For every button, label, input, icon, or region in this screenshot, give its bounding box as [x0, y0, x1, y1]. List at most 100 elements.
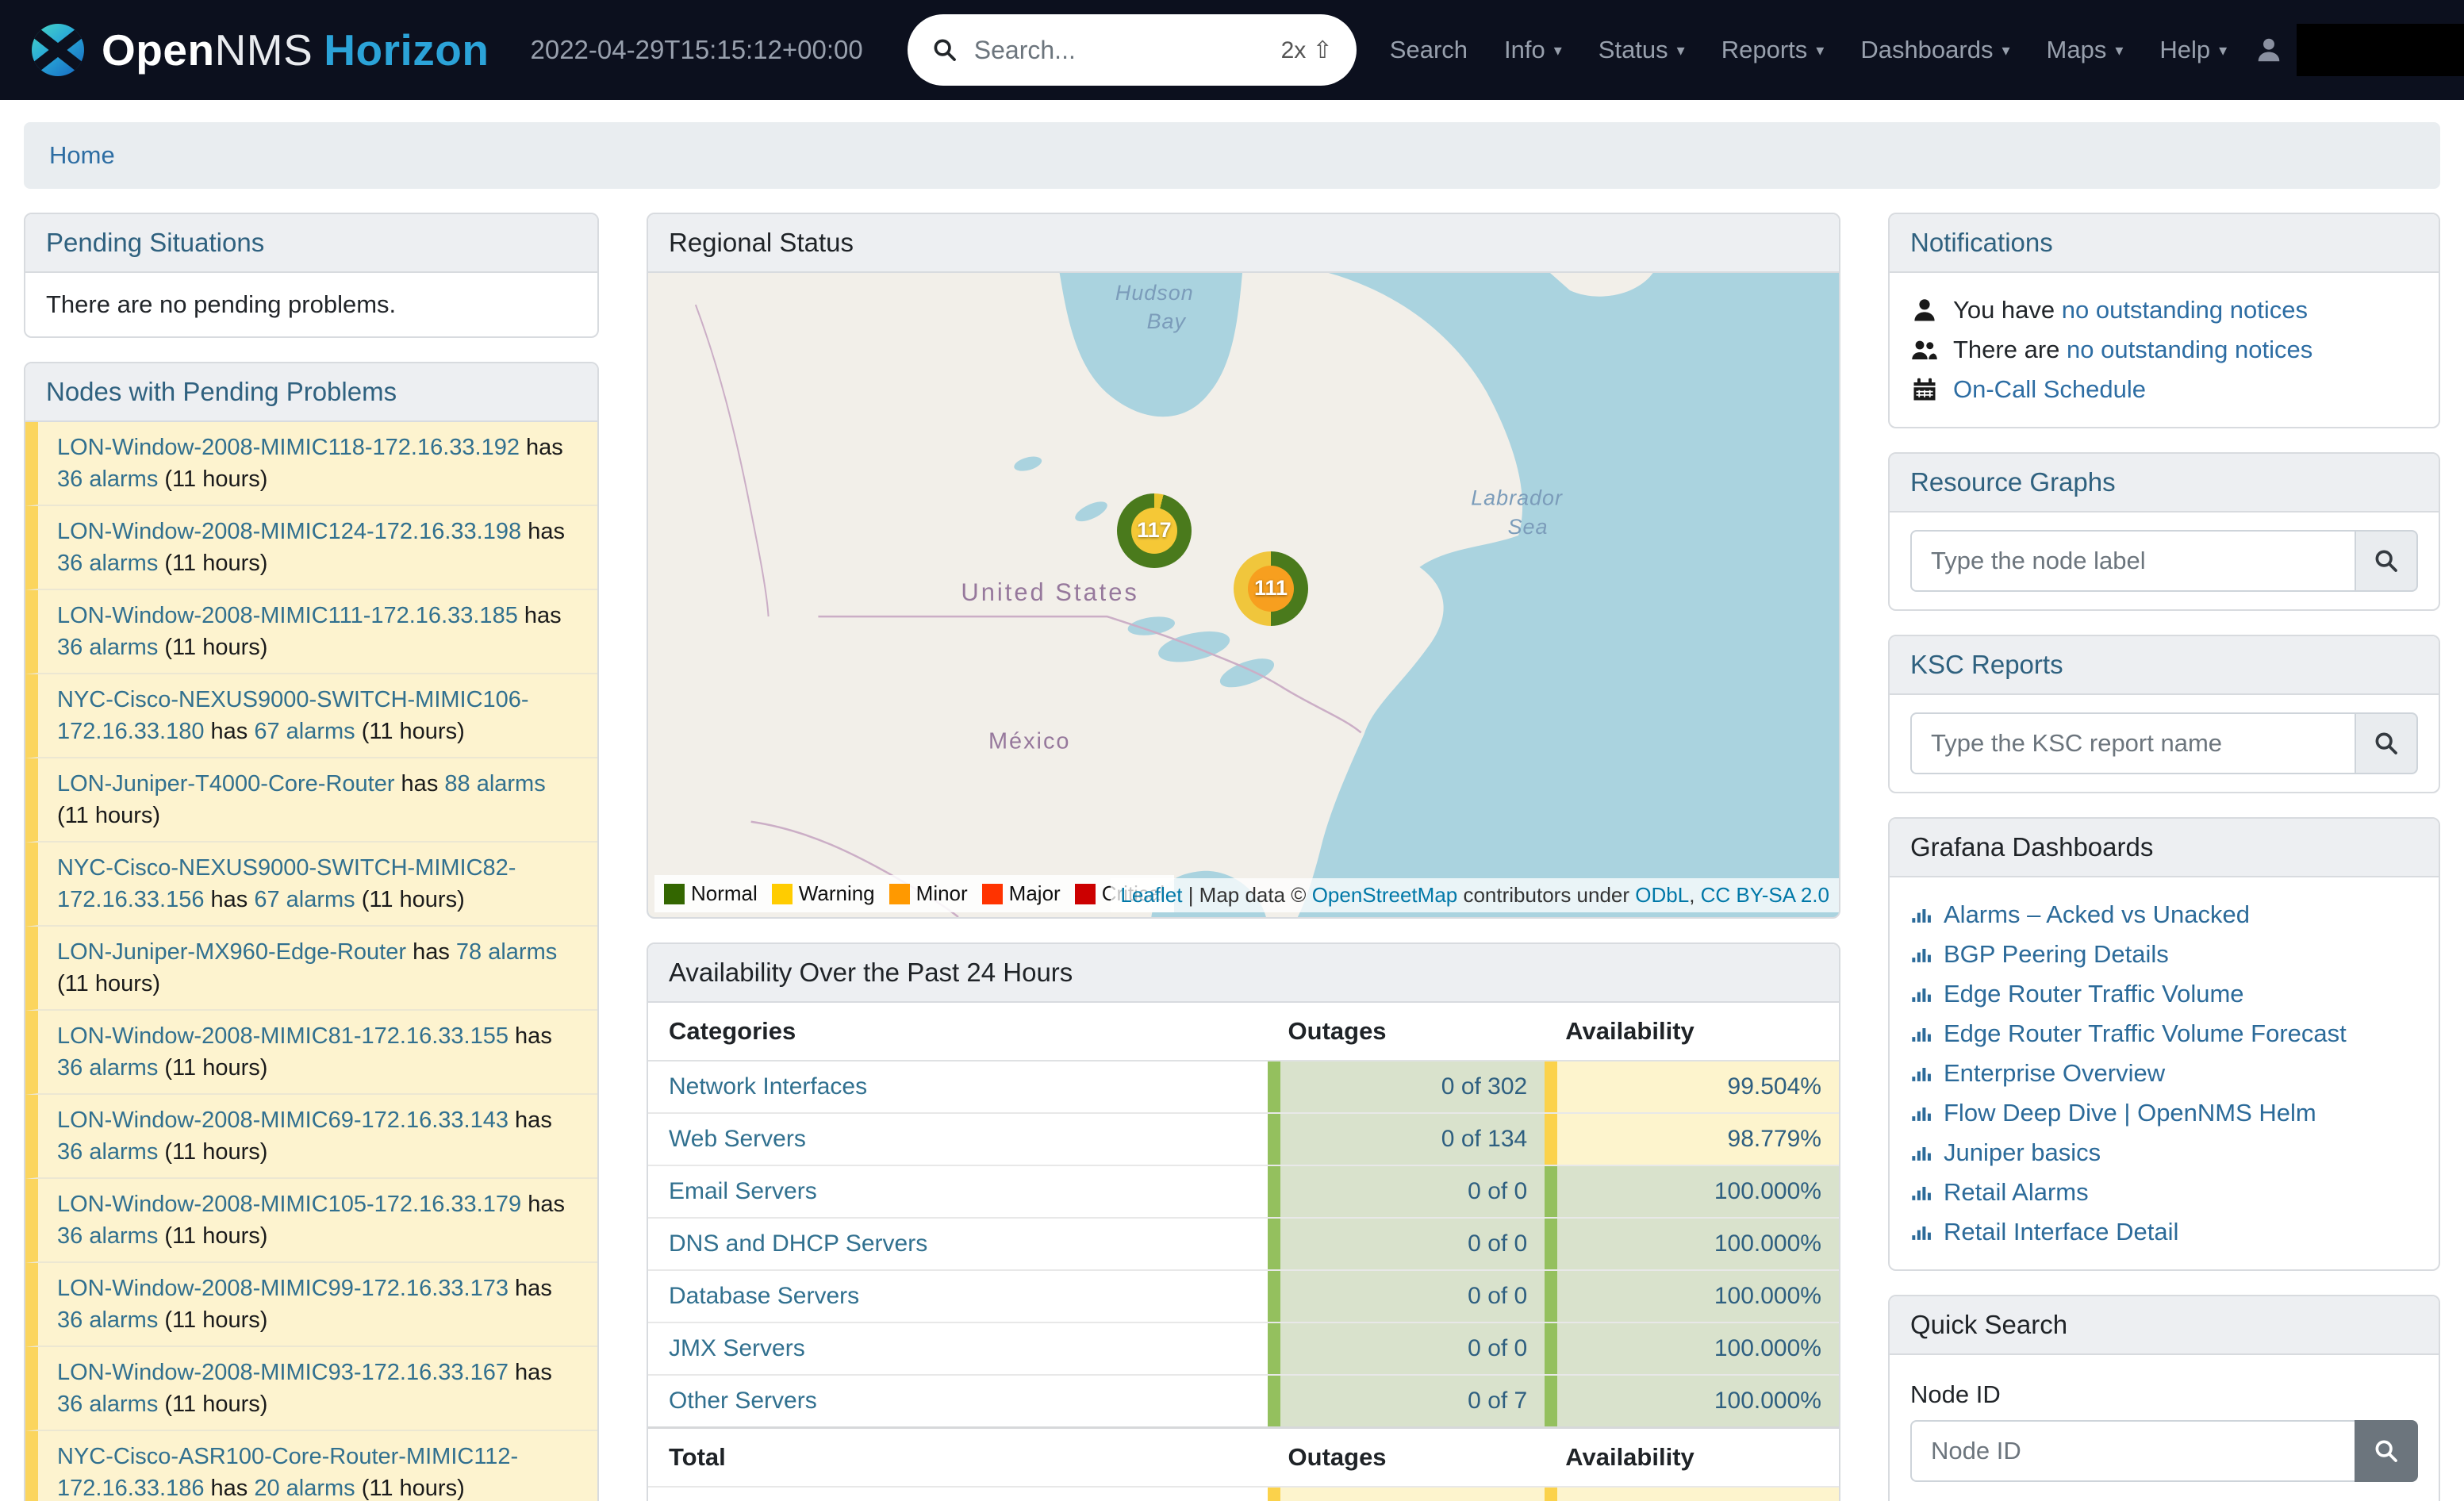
chevron-down-icon: ▾	[2002, 40, 2009, 60]
grafana-dashboard-item: Juniper basics	[1910, 1133, 2418, 1173]
nav-menu-item[interactable]: Info ▾	[1504, 36, 1562, 64]
odbl-link[interactable]: ODbL	[1635, 883, 1689, 907]
node-link[interactable]: LON-Juniper-T4000-Core-Router	[57, 771, 395, 797]
breadcrumb-home-link[interactable]: Home	[49, 141, 115, 169]
grafana-dashboard-link[interactable]: Juniper basics	[1944, 1138, 2101, 1167]
alarm-duration: (11 hours)	[355, 719, 465, 744]
map-cluster-marker[interactable]: 117	[1117, 493, 1192, 568]
alarm-count-link[interactable]: 78 alarms	[456, 939, 557, 965]
server-timestamp: 2022-04-29T15:15:12+00:00	[531, 35, 863, 65]
total-availability-label: Availability	[1545, 1429, 1839, 1486]
brand[interactable]: OpenNMSHorizon	[32, 24, 489, 76]
region-map[interactable]: Hudson Bay Labrador Sea United States Mé…	[648, 273, 1839, 917]
pending-node-item: LON-Window-2008-MIMIC118-172.16.33.192 h…	[25, 422, 597, 506]
node-link[interactable]: LON-Window-2008-MIMIC124-172.16.33.198	[57, 519, 521, 544]
outages-value: 0 of 134	[1268, 1114, 1545, 1165]
cc-by-sa-link[interactable]: CC BY-SA 2.0	[1701, 883, 1829, 907]
nav-menu-item[interactable]: Dashboards ▾	[1860, 36, 2009, 64]
nav-menu-item[interactable]: Reports ▾	[1721, 36, 1825, 64]
node-link[interactable]: LON-Window-2008-MIMIC69-172.16.33.143	[57, 1108, 509, 1133]
outages-value: 0 of 0	[1268, 1271, 1545, 1322]
grafana-dashboard-link[interactable]: Retail Interface Detail	[1944, 1218, 2178, 1246]
grafana-dashboard-item: Retail Alarms	[1910, 1173, 2418, 1212]
pending-node-item: LON-Window-2008-MIMIC105-172.16.33.179 h…	[25, 1179, 597, 1263]
grafana-panel: Grafana Dashboards Alarms – Acked vs Una…	[1888, 817, 2440, 1271]
oncall-schedule-link[interactable]: On-Call Schedule	[1953, 375, 2146, 404]
grafana-dashboard-link[interactable]: Retail Alarms	[1944, 1178, 2089, 1207]
node-link[interactable]: LON-Window-2008-MIMIC118-172.16.33.192	[57, 435, 520, 460]
grafana-dashboard-link[interactable]: Edge Router Traffic Volume Forecast	[1944, 1019, 2347, 1048]
alarm-count-link[interactable]: 67 alarms	[254, 887, 355, 912]
node-link[interactable]: LON-Window-2008-MIMIC93-172.16.33.167	[57, 1360, 509, 1385]
alarm-duration: (11 hours)	[158, 466, 267, 492]
opennms-logo-icon	[32, 24, 84, 76]
resource-graphs-input[interactable]	[1910, 530, 2355, 592]
alarm-count-link[interactable]: 20 alarms	[254, 1476, 355, 1501]
total-label: Total	[648, 1429, 1268, 1486]
regional-status-title: Regional Status	[648, 214, 1839, 273]
alarm-count-link[interactable]: 36 alarms	[57, 1223, 158, 1249]
category-link[interactable]: Network Interfaces	[669, 1073, 867, 1100]
alarm-count-link[interactable]: 36 alarms	[57, 1055, 158, 1081]
brand-nms: NMS	[215, 25, 313, 75]
nav-menu-item[interactable]: Help ▾	[2159, 36, 2227, 64]
alarm-duration: (11 hours)	[355, 1476, 465, 1501]
bar-chart-icon	[1910, 943, 1932, 965]
availability-row: Email Servers 0 of 0 100.000%	[648, 1166, 1839, 1219]
leaflet-link[interactable]: Leaflet	[1120, 883, 1182, 907]
group-icon	[1910, 336, 1939, 364]
node-id-input[interactable]	[1910, 1420, 2355, 1482]
node-link[interactable]: LON-Window-2008-MIMIC105-172.16.33.179	[57, 1192, 521, 1217]
alarm-count-link[interactable]: 36 alarms	[57, 635, 158, 660]
alarm-count-link[interactable]: 88 alarms	[444, 771, 545, 797]
category-link[interactable]: JMX Servers	[669, 1335, 805, 1362]
category-link[interactable]: Email Servers	[669, 1178, 817, 1205]
grafana-dashboard-link[interactable]: Flow Deep Dive | OpenNMS Helm	[1944, 1099, 2316, 1127]
grafana-dashboard-link[interactable]: Enterprise Overview	[1944, 1059, 2165, 1088]
node-link[interactable]: LON-Window-2008-MIMIC81-172.16.33.155	[57, 1023, 509, 1049]
category-link[interactable]: DNS and DHCP Servers	[669, 1230, 927, 1257]
category-link[interactable]: Other Servers	[669, 1388, 817, 1415]
alarm-count-link[interactable]: 67 alarms	[254, 719, 355, 744]
pending-node-item: NYC-Cisco-NEXUS9000-SWITCH-MIMIC106-172.…	[25, 674, 597, 758]
node-link[interactable]: LON-Juniper-MX960-Edge-Router	[57, 939, 406, 965]
search-icon	[931, 36, 958, 63]
brand-product: Horizon	[324, 25, 489, 75]
grafana-dashboard-link[interactable]: Edge Router Traffic Volume	[1944, 980, 2244, 1008]
grafana-dashboard-link[interactable]: BGP Peering Details	[1944, 940, 2169, 969]
pending-situations-title: Pending Situations	[25, 214, 597, 273]
grafana-dashboard-item: Edge Router Traffic Volume Forecast	[1910, 1014, 2418, 1054]
node-id-search-button[interactable]	[2355, 1420, 2418, 1482]
category-link[interactable]: Database Servers	[669, 1283, 859, 1310]
outages-value: 0 of 302	[1268, 1061, 1545, 1112]
osm-link[interactable]: OpenStreetMap	[1312, 883, 1458, 907]
alarm-duration: (11 hours)	[158, 1055, 267, 1081]
map-cluster-marker[interactable]: 111	[1234, 551, 1308, 626]
user-notices-link[interactable]: no outstanding notices	[2062, 296, 2308, 324]
category-link[interactable]: Web Servers	[669, 1126, 806, 1153]
alarm-count-link[interactable]: 36 alarms	[57, 1392, 158, 1417]
node-link[interactable]: LON-Window-2008-MIMIC111-172.16.33.185	[57, 603, 518, 628]
nav-menu-item[interactable]: Status ▾	[1599, 36, 1685, 64]
alarm-duration: (11 hours)	[158, 551, 267, 576]
nav-menu-item[interactable]: Search	[1390, 36, 1468, 64]
global-search[interactable]: 2x ⇧	[908, 14, 1357, 86]
resource-graphs-search-button[interactable]	[2355, 530, 2418, 592]
top-navbar: OpenNMSHorizon 2022-04-29T15:15:12+00:00…	[0, 0, 2464, 100]
grafana-dashboard-item: Edge Router Traffic Volume	[1910, 974, 2418, 1014]
alarm-count-link[interactable]: 36 alarms	[57, 551, 158, 576]
grafana-dashboard-link[interactable]: Alarms – Acked vs Unacked	[1944, 900, 2250, 929]
nav-menu-item[interactable]: Maps ▾	[2047, 36, 2124, 64]
all-notices-link[interactable]: no outstanding notices	[2067, 336, 2312, 363]
alarm-count-link[interactable]: 36 alarms	[57, 466, 158, 492]
search-input[interactable]	[974, 36, 1265, 65]
availability-row: Overall Service Availability 3 of 448 98…	[648, 1488, 1839, 1501]
pending-node-item: LON-Juniper-T4000-Core-Router has 88 ala…	[25, 758, 597, 843]
node-link[interactable]: LON-Window-2008-MIMIC99-172.16.33.173	[57, 1276, 509, 1301]
outages-value: 0 of 0	[1268, 1166, 1545, 1217]
alarm-count-link[interactable]: 36 alarms	[57, 1307, 158, 1333]
ksc-reports-input[interactable]	[1910, 712, 2355, 774]
alarm-count-link[interactable]: 36 alarms	[57, 1139, 158, 1165]
ksc-reports-search-button[interactable]	[2355, 712, 2418, 774]
redacted-username[interactable]	[2297, 24, 2464, 76]
